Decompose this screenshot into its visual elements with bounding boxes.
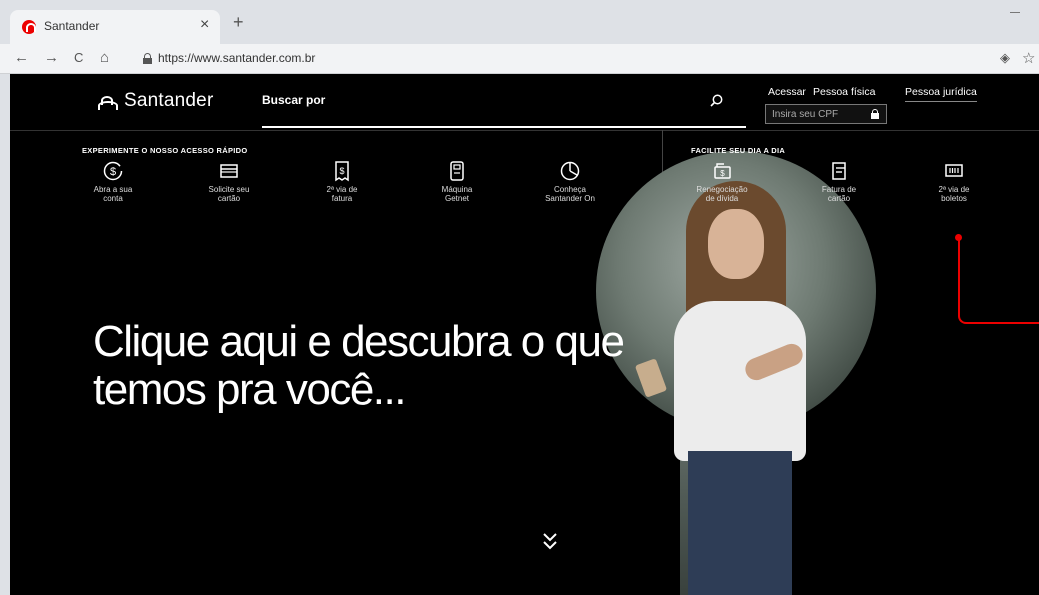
invoice-icon: $: [335, 161, 349, 182]
cpf-input[interactable]: Insira seu CPF: [765, 104, 887, 124]
search-icon[interactable]: [710, 94, 723, 107]
daily-item-debt-renegotiation[interactable]: $ Renegociação de dívida: [682, 160, 762, 203]
minimize-window-icon[interactable]: [1010, 12, 1020, 13]
quick-access-title: EXPERIMENTE O NOSSO ACESSO RÁPIDO: [82, 146, 248, 155]
daily-item-card-bill[interactable]: Fatura de cartão: [799, 160, 879, 203]
home-icon[interactable]: ⌂: [100, 49, 109, 67]
person-type-selector[interactable]: Pessoa física: [813, 86, 875, 98]
pie-chart-icon: [560, 161, 580, 181]
header-divider: [10, 130, 1039, 131]
url-field[interactable]: https://www.santander.com.br: [158, 51, 315, 65]
lock-icon: [871, 109, 879, 119]
address-bar: ← → C ⌂ https://www.santander.com.br ◈ ☆: [0, 44, 1039, 74]
quick-item-label: 2ª via de fatura: [326, 185, 358, 203]
card-icon: [220, 164, 238, 178]
quick-item-santander-on[interactable]: Conheça Santander On: [530, 160, 610, 203]
logo-text: Santander: [124, 90, 214, 111]
hero-headline[interactable]: Clique aqui e descubra o que temos pra v…: [93, 318, 625, 414]
quick-item-invoice-copy[interactable]: $ 2ª via de fatura: [302, 160, 382, 203]
browser-tab-bar: Santander × +: [0, 0, 1039, 44]
search-input[interactable]: [262, 126, 746, 128]
svg-text:$: $: [110, 166, 116, 178]
back-icon[interactable]: ←: [14, 49, 29, 67]
business-link[interactable]: Pessoa jurídica: [905, 86, 977, 102]
quick-item-open-account[interactable]: $ Abra a sua conta: [73, 160, 153, 203]
close-tab-icon[interactable]: ×: [200, 16, 209, 34]
bookmark-star-icon[interactable]: ☆: [1022, 49, 1035, 67]
santander-logo[interactable]: Santander: [97, 90, 213, 112]
dollar-cycle-icon: $: [103, 161, 123, 181]
reload-icon[interactable]: C: [74, 49, 83, 67]
daily-title: FACILITE SEU DIA A DIA: [691, 146, 786, 155]
browser-tab[interactable]: Santander ×: [10, 10, 220, 44]
location-icon[interactable]: ◈: [1000, 50, 1010, 66]
hero-photo: [596, 151, 876, 595]
cpf-placeholder: Insira seu CPF: [772, 109, 839, 120]
forward-icon[interactable]: →: [44, 49, 59, 67]
quick-item-label: Solicite seu cartão: [208, 185, 250, 203]
quick-item-getnet[interactable]: Máquina Getnet: [417, 160, 497, 203]
renegotiation-icon: $: [714, 163, 731, 179]
quick-item-request-card[interactable]: Solicite seu cartão: [189, 160, 269, 203]
callout-line: [958, 238, 1039, 324]
access-label: Acessar: [768, 86, 806, 98]
tab-title: Santander: [44, 19, 100, 33]
daily-item-label: Renegociação de dívida: [696, 185, 748, 203]
daily-item-label: Fatura de cartão: [821, 185, 857, 203]
window-edge: [0, 74, 10, 595]
search-label[interactable]: Buscar por: [262, 93, 325, 107]
card-bill-icon: [832, 162, 846, 180]
santander-favicon-icon: [22, 20, 36, 34]
barcode-icon: [945, 164, 963, 177]
chevron-down-icon[interactable]: [540, 529, 560, 553]
quick-item-label: Conheça Santander On: [545, 185, 595, 203]
santander-site: Santander Buscar por Acessar Pessoa físi…: [0, 74, 1039, 595]
pos-machine-icon: [450, 161, 464, 181]
secure-lock-icon[interactable]: [143, 53, 152, 64]
new-tab-button[interactable]: +: [233, 13, 244, 31]
svg-text:$: $: [339, 166, 344, 176]
svg-text:$: $: [720, 169, 725, 178]
daily-item-label: 2ª via de boletos: [938, 185, 970, 203]
daily-item-boleto-copy[interactable]: 2ª via de boletos: [914, 160, 994, 203]
santander-flame-icon: [97, 92, 119, 110]
quick-item-label: Máquina Getnet: [441, 185, 473, 203]
quick-item-label: Abra a sua conta: [93, 185, 133, 203]
